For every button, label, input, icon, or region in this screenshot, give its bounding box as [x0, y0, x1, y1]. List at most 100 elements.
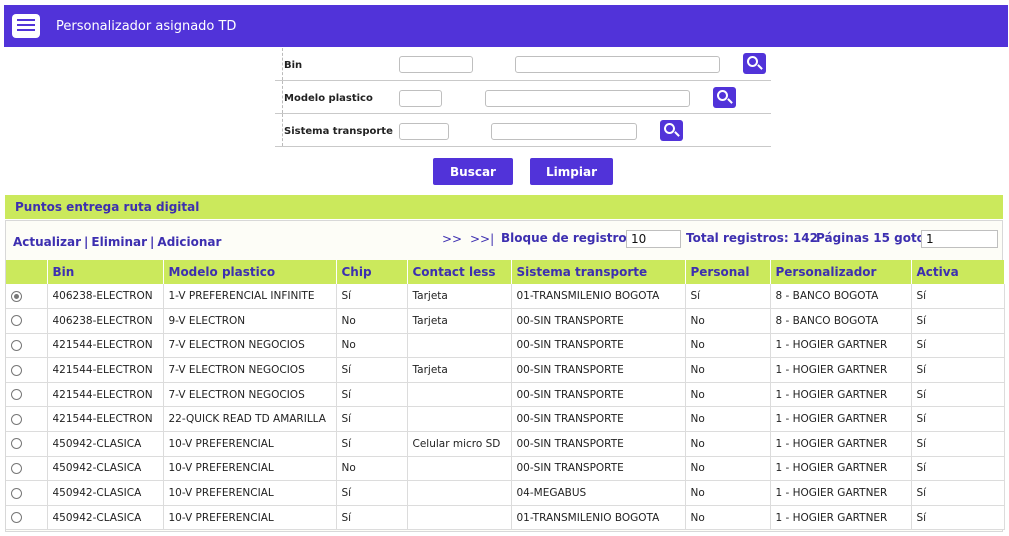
- row-select-radio[interactable]: [11, 315, 22, 327]
- adicionar-link[interactable]: Adicionar: [157, 235, 221, 249]
- table-row[interactable]: 406238-ELECTRON 1-V PREFERENCIAL INFINITE…: [6, 284, 1005, 310]
- cell-personal: No: [685, 357, 771, 383]
- bin-code-input[interactable]: [399, 56, 473, 73]
- column-header-modelo-plastico[interactable]: Modelo plastico: [163, 260, 337, 284]
- row-select-radio[interactable]: [11, 339, 22, 351]
- row-select-cell: [6, 480, 48, 506]
- cell-personalizador: 1 - HOGIER GARTNER: [770, 357, 912, 383]
- cell-bin: 421544-ELECTRON: [47, 382, 164, 408]
- cell-personalizador: 1 - HOGIER GARTNER: [770, 480, 912, 506]
- modelo-plastico-code-input[interactable]: [399, 90, 442, 107]
- cell-personal: No: [685, 431, 771, 457]
- bin-search-button[interactable]: [743, 53, 766, 74]
- cell-sistema: 00-SIN TRANSPORTE: [511, 456, 686, 482]
- row-select-cell: [6, 357, 48, 383]
- cell-activa: Sí: [911, 456, 1005, 482]
- table-row[interactable]: 421544-ELECTRON 7-V ELECTRON NEGOCIOS Sí Ta…: [6, 357, 1005, 383]
- cell-activa: Sí: [911, 382, 1005, 408]
- column-header-personal[interactable]: Personal: [685, 260, 771, 284]
- table-row[interactable]: 450942-CLASICA 10-V PREFERENCIAL Sí 01-TRAN…: [6, 505, 1005, 531]
- cell-chip: Sí: [336, 431, 408, 457]
- column-header-activa[interactable]: Activa: [911, 260, 1005, 284]
- cell-personal: No: [685, 406, 771, 433]
- cell-bin: 421544-ELECTRON: [47, 333, 164, 359]
- cell-bin: 450942-CLASICA: [47, 456, 164, 482]
- row-select-radio[interactable]: [11, 413, 22, 425]
- cell-activa: Sí: [911, 284, 1005, 310]
- column-header-chip[interactable]: Chip: [336, 260, 408, 284]
- table-row[interactable]: 450942-CLASICA 10-V PREFERENCIAL Sí 04-MEGA…: [6, 480, 1005, 506]
- sistema-transporte-code-input[interactable]: [399, 123, 449, 140]
- block-size-input[interactable]: 10: [626, 230, 681, 248]
- cell-sistema: 00-SIN TRANSPORTE: [511, 382, 686, 408]
- cell-activa: Sí: [911, 505, 1005, 531]
- filter-label-bin: Bin: [284, 60, 303, 71]
- column-header-contact-less[interactable]: Contact less: [407, 260, 512, 284]
- cell-sistema: 00-SIN TRANSPORTE: [511, 333, 686, 359]
- cell-bin: 421544-ELECTRON: [47, 357, 164, 383]
- cell-activa: Sí: [911, 357, 1005, 383]
- cell-personal: No: [685, 333, 771, 359]
- cell-contact: [407, 480, 512, 506]
- row-select-radio[interactable]: [11, 512, 22, 524]
- cell-sistema: 00-SIN TRANSPORTE: [511, 431, 686, 457]
- cell-modelo: 10-V PREFERENCIAL: [163, 480, 337, 506]
- cell-modelo: 7-V ELECTRON NEGOCIOS: [163, 357, 337, 383]
- last-page-link[interactable]: >>|: [470, 232, 494, 246]
- row-select-radio[interactable]: [11, 364, 22, 376]
- table-row[interactable]: 450942-CLASICA 10-V PREFERENCIAL No 00-SIN …: [6, 456, 1005, 482]
- bin-description-input[interactable]: [515, 56, 720, 73]
- next-page-link[interactable]: >>: [442, 232, 462, 246]
- table-row[interactable]: 450942-CLASICA 10-V PREFERENCIAL Sí Celular…: [6, 431, 1005, 457]
- row-select-radio[interactable]: [11, 487, 22, 499]
- cell-modelo: 22-QUICK READ TD AMARILLA: [163, 406, 337, 433]
- row-select-cell: [6, 406, 48, 433]
- cell-personal: No: [685, 480, 771, 506]
- goto-page-input[interactable]: 1: [921, 230, 998, 248]
- column-header-sistema-transporte[interactable]: Sistema transporte: [511, 260, 686, 284]
- cell-contact: Tarjeta: [407, 357, 512, 383]
- sistema-transporte-search-button[interactable]: [660, 120, 683, 141]
- row-select-cell: [6, 284, 48, 310]
- table-row[interactable]: 421544-ELECTRON 7-V ELECTRON NEGOCIOS Sí 00…: [6, 382, 1005, 408]
- row-select-radio[interactable]: [11, 462, 22, 474]
- cell-bin: 406238-ELECTRON: [47, 308, 164, 334]
- row-select-cell: [6, 333, 48, 359]
- table-row[interactable]: 406238-ELECTRON 9-V ELECTRON No Tarjeta 00-S…: [6, 308, 1005, 334]
- sistema-transporte-description-input[interactable]: [491, 123, 637, 140]
- table-row[interactable]: 421544-ELECTRON 7-V ELECTRON NEGOCIOS No 00…: [6, 333, 1005, 359]
- section-header: Puntos entrega ruta digital: [5, 195, 1003, 219]
- app-header: Personalizador asignado TD: [4, 5, 1008, 47]
- cell-contact: [407, 505, 512, 531]
- row-select-radio[interactable]: [11, 438, 22, 450]
- cell-contact: Tarjeta: [407, 308, 512, 334]
- table-row[interactable]: 421544-ELECTRON 22-QUICK READ TD AMARILLA…: [6, 406, 1005, 433]
- row-select-radio[interactable]: [11, 389, 22, 401]
- row-select-radio[interactable]: [11, 290, 22, 302]
- cell-activa: Sí: [911, 333, 1005, 359]
- cell-modelo: 10-V PREFERENCIAL: [163, 431, 337, 457]
- cell-personalizador: 1 - HOGIER GARTNER: [770, 333, 912, 359]
- separator: |: [84, 235, 89, 249]
- filter-form: Bin Modelo plastico Sistema transporte: [275, 48, 771, 147]
- modelo-plastico-search-button[interactable]: [713, 87, 736, 108]
- cell-sistema: 00-SIN TRANSPORTE: [511, 406, 686, 433]
- cell-modelo: 7-V ELECTRON NEGOCIOS: [163, 333, 337, 359]
- cell-sistema: 01-TRANSMILENIO BOGOTA: [511, 284, 686, 310]
- cell-modelo: 1-V PREFERENCIAL INFINITE: [163, 284, 337, 310]
- limpiar-button[interactable]: Limpiar: [530, 158, 613, 185]
- cell-contact: [407, 456, 512, 482]
- cell-modelo: 9-V ELECTRON: [163, 308, 337, 334]
- modelo-plastico-description-input[interactable]: [485, 90, 690, 107]
- buscar-button[interactable]: Buscar: [433, 158, 513, 185]
- cell-modelo: 10-V PREFERENCIAL: [163, 505, 337, 531]
- eliminar-link[interactable]: Eliminar: [91, 235, 147, 249]
- cell-chip: Sí: [336, 505, 408, 531]
- actualizar-link[interactable]: Actualizar: [13, 235, 81, 249]
- column-header-personalizador[interactable]: Personalizador: [770, 260, 912, 284]
- cell-contact: [407, 406, 512, 433]
- cell-modelo: 10-V PREFERENCIAL: [163, 456, 337, 482]
- column-header-bin[interactable]: Bin: [47, 260, 164, 284]
- cell-modelo: 7-V ELECTRON NEGOCIOS: [163, 382, 337, 408]
- cell-sistema: 00-SIN TRANSPORTE: [511, 308, 686, 334]
